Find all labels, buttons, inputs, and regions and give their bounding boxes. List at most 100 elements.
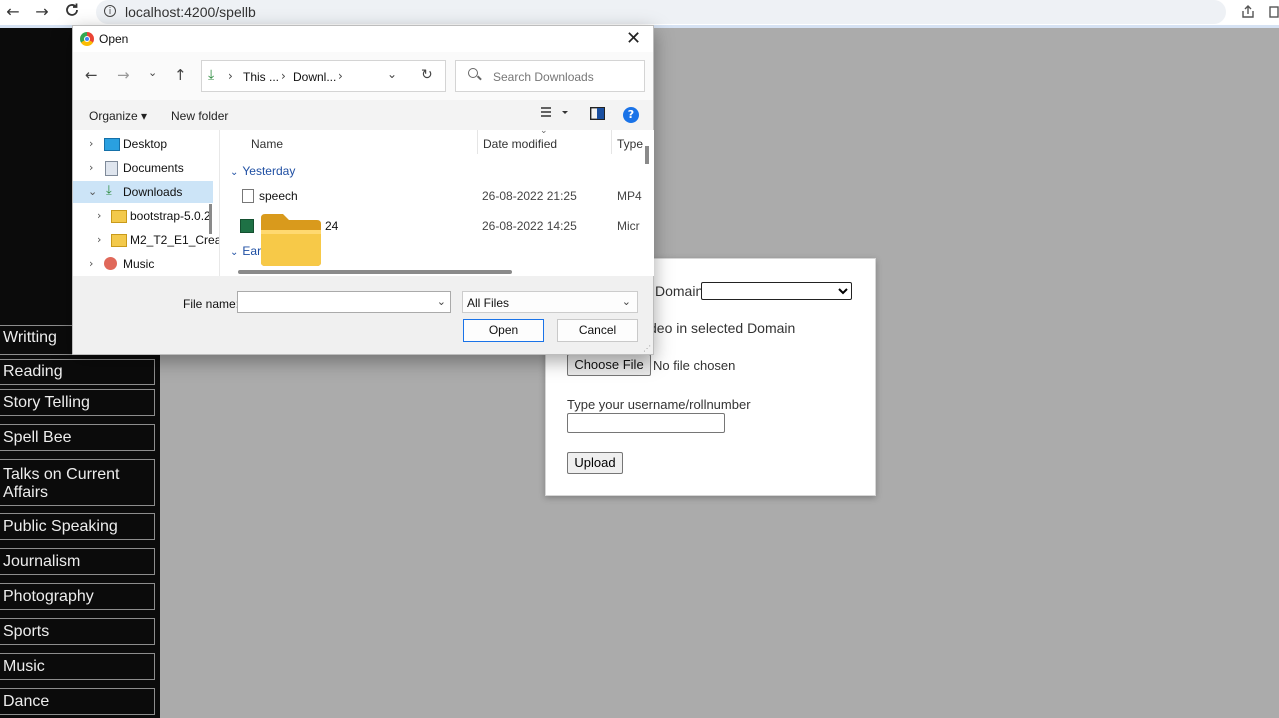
path-chevron-icon: ›	[338, 69, 343, 83]
sidebar: Writting Reading Story Telling Spell Bee…	[0, 325, 160, 718]
download-icon: ⤓	[106, 183, 112, 198]
dialog-titlebar: Open ✕	[73, 26, 653, 52]
navigation-pane: › Desktop › Documents ⌄ ⤓ Downloads › bo…	[73, 130, 219, 276]
sidebar-item-talks-on-current-affairs[interactable]: Talks on Current Affairs	[0, 459, 155, 506]
sidebar-item-dance[interactable]: Dance	[0, 688, 155, 715]
forward-arrow-icon[interactable]: →	[32, 2, 52, 22]
music-icon	[104, 257, 117, 270]
dialog-nav-row: ← → ⌄ ↑ ⤓ › This ... › Downl... › ⌄ ↻ Se…	[73, 52, 653, 100]
path-bar[interactable]: ⤓ › This ... › Downl... › ⌄ ↻	[201, 60, 446, 92]
column-header-type[interactable]: Type	[617, 137, 643, 151]
column-header-date[interactable]: Date modified	[483, 137, 557, 151]
file-name-input[interactable]: ⌄	[237, 291, 451, 313]
back-arrow-icon[interactable]: ←	[3, 2, 23, 22]
chevron-right-icon[interactable]: ›	[89, 137, 93, 150]
sidebar-item-music[interactable]: Music	[0, 653, 155, 680]
sidebar-item-sports[interactable]: Sports	[0, 618, 155, 645]
column-header-name[interactable]: Name	[251, 137, 283, 151]
sidebar-item-photography[interactable]: Photography	[0, 583, 155, 610]
column-separator[interactable]	[611, 130, 612, 154]
file-list-scrollbar[interactable]	[645, 146, 649, 164]
sidebar-item-public-speaking[interactable]: Public Speaking	[0, 513, 155, 540]
share-icon[interactable]	[1240, 4, 1256, 20]
dialog-toolbar: Organize ▾ New folder ?	[73, 100, 653, 130]
up-arrow-icon[interactable]: ↑	[174, 66, 187, 84]
search-placeholder: Search Downloads	[493, 70, 594, 84]
video-file-icon	[242, 189, 254, 203]
column-separator[interactable]	[477, 130, 478, 154]
nav-item-m2-t2-e1[interactable]: › M2_T2_E1_Crea	[73, 229, 219, 251]
path-chevron-icon: ›	[228, 69, 233, 83]
nav-item-desktop[interactable]: › Desktop	[73, 133, 213, 155]
folder-icon	[111, 234, 127, 247]
nav-item-music[interactable]: › Music	[73, 253, 213, 275]
domain-select[interactable]	[701, 282, 852, 300]
search-input[interactable]: Search Downloads	[455, 60, 645, 92]
chevron-down-icon[interactable]: ⌄	[88, 185, 97, 198]
close-icon[interactable]: ✕	[626, 28, 641, 49]
organize-button[interactable]: Organize ▾	[89, 109, 147, 123]
preview-pane-icon[interactable]	[589, 106, 606, 123]
recent-locations-chevron-icon[interactable]: ⌄	[148, 66, 157, 79]
domain-label: Domain	[655, 283, 704, 299]
refresh-icon[interactable]: ↻	[421, 67, 433, 83]
chevron-down-icon: ⌄	[230, 167, 239, 178]
help-icon[interactable]: ?	[623, 107, 639, 123]
address-url[interactable]: localhost:4200/spellb	[125, 4, 256, 20]
view-options-icon[interactable]	[540, 105, 568, 124]
cancel-button[interactable]: Cancel	[557, 319, 638, 342]
dialog-footer: File name: ⌄ All Files ⌄ Open Cancel	[73, 276, 653, 354]
path-dropdown-icon[interactable]: ⌄	[387, 67, 397, 81]
path-segment-downloads[interactable]: Downl...	[293, 70, 336, 84]
new-folder-button[interactable]: New folder	[171, 109, 228, 123]
username-label: Type your username/rollnumber	[567, 397, 751, 412]
dragged-folder-icon[interactable]	[257, 210, 325, 268]
file-row[interactable]: speech 26-08-2022 21:25 MP4	[220, 184, 642, 208]
forward-arrow-icon[interactable]: →	[117, 66, 130, 84]
back-arrow-icon[interactable]: ←	[85, 66, 98, 84]
chrome-logo-icon	[80, 32, 94, 46]
resize-grip-icon[interactable]: ⋰	[643, 344, 651, 353]
username-input[interactable]	[567, 413, 725, 433]
file-name-label: File name:	[183, 297, 240, 311]
address-bar[interactable]: i localhost:4200/spellb	[96, 0, 1226, 24]
sort-chevron-icon: ⌄	[540, 130, 548, 136]
site-info-icon[interactable]: i	[104, 5, 116, 17]
nav-item-bootstrap[interactable]: › bootstrap-5.0.2	[73, 205, 213, 227]
file-type-select[interactable]: All Files ⌄	[462, 291, 638, 313]
upload-button[interactable]: Upload	[567, 452, 623, 474]
browser-toolbar: ← → i localhost:4200/spellb	[0, 0, 1279, 28]
sidebar-item-journalism[interactable]: Journalism	[0, 548, 155, 575]
chevron-down-icon[interactable]: ⌄	[437, 295, 446, 308]
group-header-yesterday[interactable]: ⌄ Yesterday	[230, 164, 295, 178]
chevron-right-icon[interactable]: ›	[97, 209, 101, 222]
folder-icon	[111, 210, 127, 223]
chevron-down-icon: ⌄	[621, 295, 631, 308]
excel-file-icon	[240, 219, 254, 233]
no-file-text: No file chosen	[653, 358, 736, 373]
horizontal-scrollbar[interactable]	[238, 270, 512, 274]
documents-icon	[105, 161, 118, 176]
open-file-dialog: Open ✕ ← → ⌄ ↑ ⤓ › This ... › Downl... ›…	[72, 25, 654, 355]
extensions-icon[interactable]	[1268, 4, 1279, 20]
download-icon: ⤓	[208, 67, 215, 83]
reload-icon[interactable]	[62, 2, 82, 22]
open-button[interactable]: Open	[463, 319, 544, 342]
chevron-right-icon[interactable]: ›	[97, 233, 101, 246]
nav-scrollbar[interactable]	[209, 204, 212, 234]
search-icon	[468, 68, 478, 78]
path-chevron-icon: ›	[281, 69, 286, 83]
nav-item-documents[interactable]: › Documents	[73, 157, 213, 179]
desktop-icon	[104, 138, 120, 151]
nav-item-downloads[interactable]: ⌄ ⤓ Downloads	[73, 181, 213, 203]
path-segment-this-pc[interactable]: This ...	[243, 70, 279, 84]
chevron-right-icon[interactable]: ›	[89, 257, 93, 270]
video-label: deo in selected Domain	[649, 320, 796, 336]
chevron-right-icon[interactable]: ›	[89, 161, 93, 174]
chevron-down-icon: ⌄	[230, 247, 239, 258]
choose-file-button[interactable]: Choose File	[567, 354, 651, 376]
sidebar-item-spell-bee[interactable]: Spell Bee	[0, 424, 155, 451]
sidebar-item-story-telling[interactable]: Story Telling	[0, 389, 155, 416]
sidebar-item-reading[interactable]: Reading	[0, 359, 155, 385]
dialog-title: Open	[99, 32, 129, 46]
